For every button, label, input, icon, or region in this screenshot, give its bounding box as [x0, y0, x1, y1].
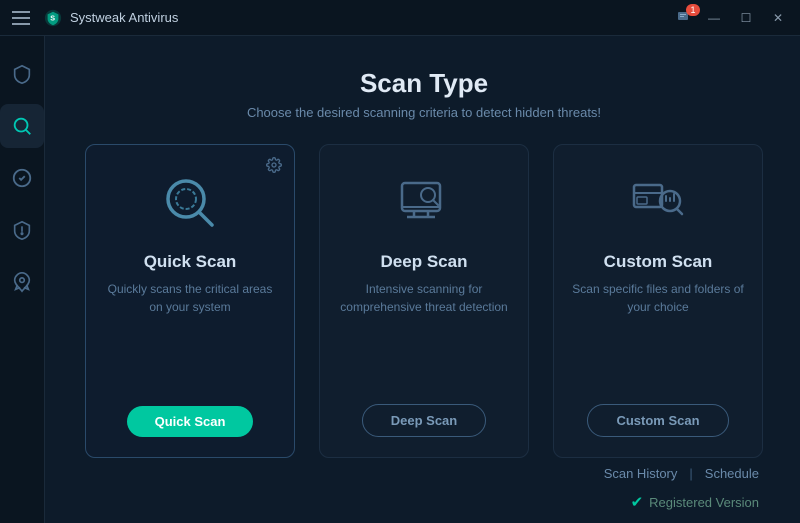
- app-title: Systweak Antivirus: [70, 10, 178, 25]
- title-bar: S Systweak Antivirus 1 — ☐ ✕: [0, 0, 800, 36]
- notification-area[interactable]: 1: [676, 8, 696, 28]
- deep-scan-desc: Intensive scanning for comprehensive thr…: [338, 280, 510, 388]
- custom-scan-button[interactable]: Custom Scan: [587, 404, 728, 437]
- deep-scan-icon: [394, 173, 454, 238]
- deep-scan-card[interactable]: Deep Scan Intensive scanning for compreh…: [319, 144, 529, 458]
- page-title: Scan Type: [85, 68, 763, 99]
- page-subtitle: Choose the desired scanning criteria to …: [85, 105, 763, 120]
- registered-label: Registered Version: [649, 495, 759, 510]
- sidebar-item-shield2[interactable]: [0, 208, 44, 252]
- quick-scan-card[interactable]: Quick Scan Quickly scans the critical ar…: [85, 144, 295, 458]
- custom-scan-icon: [628, 173, 688, 238]
- title-bar-controls: 1 — ☐ ✕: [676, 7, 792, 29]
- quick-scan-title: Quick Scan: [144, 252, 237, 272]
- scan-cards-container: Quick Scan Quickly scans the critical ar…: [85, 144, 763, 458]
- custom-scan-desc: Scan specific files and folders of your …: [572, 280, 744, 388]
- schedule-link[interactable]: Schedule: [705, 466, 759, 481]
- registered-badge: ✔ Registered Version: [631, 493, 759, 511]
- scan-history-link[interactable]: Scan History: [604, 466, 678, 481]
- hamburger-button[interactable]: [8, 4, 36, 32]
- custom-scan-title: Custom Scan: [604, 252, 713, 272]
- sidebar-item-protection[interactable]: [0, 52, 44, 96]
- custom-scan-card[interactable]: Custom Scan Scan specific files and fold…: [553, 144, 763, 458]
- app-logo-icon: S: [44, 9, 62, 27]
- sidebar-item-scan[interactable]: [0, 104, 44, 148]
- footer-divider: |: [689, 466, 692, 481]
- registered-checkmark-icon: ✔: [631, 493, 644, 511]
- sidebar-item-booster[interactable]: [0, 260, 44, 304]
- sidebar-item-check[interactable]: [0, 156, 44, 200]
- main-layout: Scan Type Choose the desired scanning cr…: [0, 36, 800, 523]
- quick-scan-button[interactable]: Quick Scan: [127, 406, 254, 437]
- deep-scan-title: Deep Scan: [381, 252, 468, 272]
- close-button[interactable]: ✕: [764, 7, 792, 29]
- footer-links: Scan History | Schedule: [604, 466, 759, 481]
- title-bar-left: S Systweak Antivirus: [8, 4, 178, 32]
- minimize-button[interactable]: —: [700, 7, 728, 29]
- quick-scan-icon: [160, 173, 220, 238]
- footer-row: Scan History | Schedule: [85, 458, 763, 493]
- card-settings-icon[interactable]: [266, 157, 282, 176]
- svg-text:S: S: [50, 13, 55, 22]
- content-header: Scan Type Choose the desired scanning cr…: [85, 36, 763, 144]
- deep-scan-button[interactable]: Deep Scan: [362, 404, 486, 437]
- content-area: Scan Type Choose the desired scanning cr…: [45, 36, 800, 523]
- maximize-button[interactable]: ☐: [732, 7, 760, 29]
- sidebar: [0, 36, 45, 523]
- notification-count: 1: [686, 4, 700, 16]
- quick-scan-desc: Quickly scans the critical areas on your…: [104, 280, 276, 390]
